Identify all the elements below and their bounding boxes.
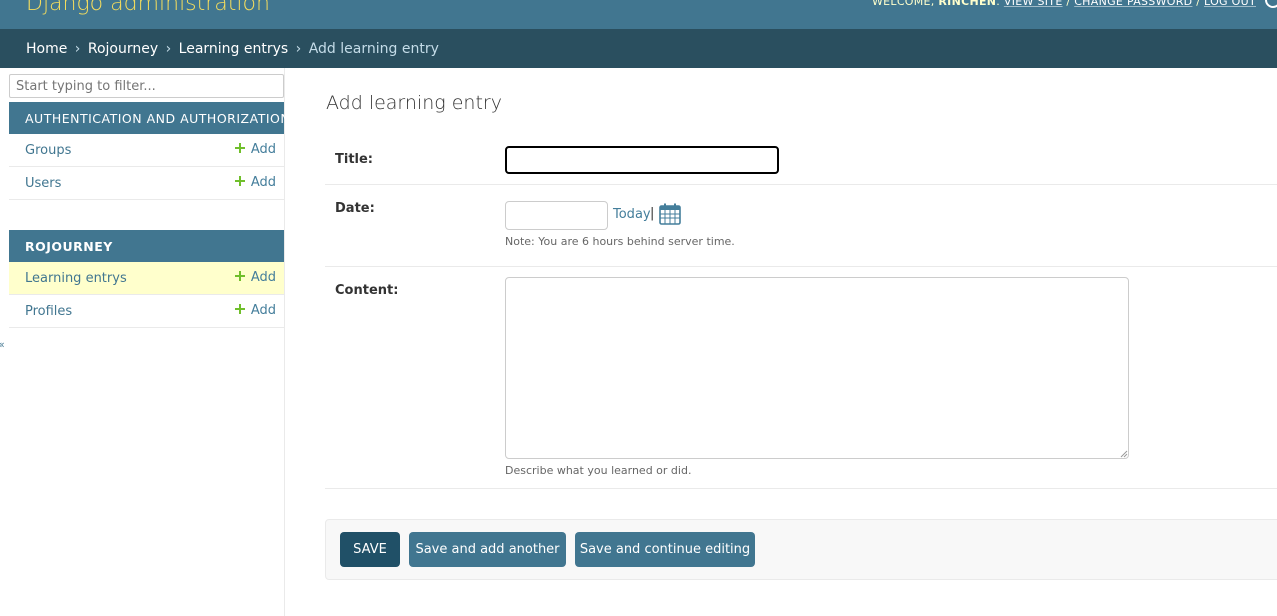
app-module-auth: Authentication and Authorization Groups … (9, 102, 290, 200)
add-learning-entry-link[interactable]: Add (234, 270, 276, 285)
submit-row: Save Save and add another Save and conti… (325, 519, 1277, 580)
content-label: Content: (335, 283, 399, 298)
date-label: Date: (335, 201, 375, 216)
breadcrumb-model[interactable]: Learning entrys (179, 41, 289, 57)
sidebar-item-label[interactable]: Groups (25, 143, 71, 158)
sidebar-item-learning-entrys: Learning entrys Add (9, 262, 284, 295)
log-out-link[interactable]: Log out (1204, 0, 1256, 8)
title-input[interactable] (505, 146, 779, 174)
theme-toggle-icon[interactable] (1265, 0, 1277, 8)
app-caption-auth[interactable]: Authentication and Authorization (9, 102, 290, 134)
breadcrumb-home[interactable]: Home (26, 41, 67, 57)
add-label: Add (250, 142, 276, 157)
breadcrumb-current: Add learning entry (308, 41, 439, 57)
date-input[interactable] (505, 201, 608, 230)
app-module-rojourney: Rojourney Learning entrys Add Profiles A… (9, 230, 284, 328)
site-branding[interactable]: Django administration (26, 0, 270, 16)
toggle-nav-sidebar-button[interactable]: « (0, 338, 5, 351)
main-content: Add learning entry Title: Date: Today | … (325, 68, 1277, 616)
title-label: Title: (335, 152, 374, 167)
page-title: Add learning entry (326, 92, 502, 114)
resize-grip-icon[interactable] (1120, 450, 1128, 458)
username: Rinchen (938, 0, 997, 8)
content-textarea[interactable] (505, 277, 1129, 459)
change-password-link[interactable]: Change password (1074, 0, 1192, 8)
header: Django administration Welcome, Rinchen. … (0, 0, 1277, 29)
breadcrumb-separator: › (295, 41, 302, 57)
user-tools-separator: / (1066, 0, 1071, 8)
sidebar-item-label[interactable]: Profiles (25, 304, 72, 319)
breadcrumb-app[interactable]: Rojourney (88, 41, 158, 57)
add-users-link[interactable]: Add (234, 175, 276, 190)
welcome-text: Welcome, (871, 0, 935, 8)
user-tools-separator: / (1196, 0, 1201, 8)
add-label: Add (250, 303, 276, 318)
add-label: Add (250, 270, 276, 285)
user-tools: Welcome, Rinchen. View site / Change pas… (872, 0, 1256, 8)
save-and-continue-button[interactable]: Save and continue editing (575, 532, 755, 567)
form-row-content: Content: Describe what you learned or di… (325, 267, 1277, 489)
plus-icon (234, 304, 245, 314)
form-row-title: Title: (325, 136, 1277, 185)
add-profiles-link[interactable]: Add (234, 303, 276, 318)
sidebar-item-label[interactable]: Learning entrys (25, 271, 127, 286)
app-caption-rojourney[interactable]: Rojourney (9, 230, 284, 262)
plus-icon (234, 271, 245, 281)
sidebar-item-label[interactable]: Users (25, 176, 61, 191)
breadcrumb: Home › Rojourney › Learning entrys › Add… (0, 29, 1277, 68)
form-row-date: Date: Today | Note: You are 6 hours behi… (325, 185, 1277, 267)
breadcrumb-separator: › (74, 41, 81, 57)
sidebar-item-profiles: Profiles Add (9, 295, 284, 328)
calendar-icon[interactable] (659, 203, 681, 225)
add-groups-link[interactable]: Add (234, 142, 276, 157)
sidebar-item-groups: Groups Add (9, 134, 284, 167)
plus-icon (234, 176, 245, 186)
save-button[interactable]: Save (340, 532, 400, 567)
add-label: Add (250, 175, 276, 190)
sidebar-item-users: Users Add (9, 167, 284, 200)
nav-filter-input[interactable] (9, 74, 284, 98)
today-separator: | (650, 206, 655, 221)
breadcrumb-separator: › (165, 41, 172, 57)
today-link[interactable]: Today (613, 207, 651, 222)
content-help-text: Describe what you learned or did. (505, 464, 692, 477)
timezone-note: Note: You are 6 hours behind server time… (505, 235, 735, 248)
plus-icon (234, 143, 245, 153)
view-site-link[interactable]: View site (1004, 0, 1063, 8)
nav-sidebar: Authentication and Authorization Groups … (0, 68, 290, 616)
save-and-add-another-button[interactable]: Save and add another (409, 532, 566, 567)
